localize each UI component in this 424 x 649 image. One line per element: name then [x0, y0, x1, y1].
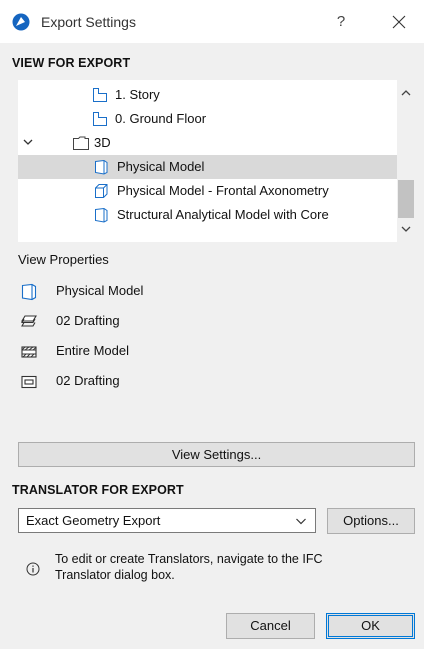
cancel-button[interactable]: Cancel — [226, 613, 315, 639]
view-property-label: 02 Drafting — [56, 373, 120, 388]
view-property-label: Physical Model — [56, 283, 144, 298]
tree-item-3d[interactable]: 3D — [18, 131, 397, 155]
folder-icon — [73, 136, 89, 150]
structure-display-icon — [21, 346, 37, 358]
view-property-label: Entire Model — [56, 343, 129, 358]
chevron-down-icon[interactable] — [22, 138, 34, 148]
model-view-icon — [21, 283, 37, 301]
tree-item-label: 3D — [94, 135, 111, 150]
options-button[interactable]: Options... — [327, 508, 415, 534]
help-button[interactable]: ? — [326, 10, 356, 34]
tree-item-physical-model[interactable]: Physical Model — [18, 155, 397, 179]
layer-combination-icon — [21, 315, 37, 327]
view-property-label: 02 Drafting — [56, 313, 120, 328]
pen-set-icon — [21, 375, 37, 389]
translator-for-export-heading: TRANSLATOR FOR EXPORT — [12, 483, 184, 497]
translator-selected-value: Exact Geometry Export — [26, 513, 161, 528]
axonometry-icon — [95, 184, 108, 198]
tree-item-label: 1. Story — [115, 87, 160, 102]
scroll-down-icon[interactable] — [400, 224, 412, 234]
ok-button[interactable]: OK — [326, 613, 415, 639]
tree-item-label: Physical Model — [117, 159, 205, 174]
ok-button-label: OK — [361, 618, 380, 633]
tree-item-structural-analytical-model[interactable]: Structural Analytical Model with Core — [18, 203, 397, 227]
tree-item-label: 0. Ground Floor — [115, 111, 207, 126]
tree-item-label: Physical Model - Frontal Axonometry — [117, 183, 329, 198]
story-icon — [93, 112, 107, 126]
tree-item-ground-floor[interactable]: 0. Ground Floor — [18, 107, 397, 131]
tree-item-1-story[interactable]: 1. Story — [18, 83, 397, 107]
scrollbar-thumb[interactable] — [398, 180, 414, 218]
translator-info-text: To edit or create Translators, navigate … — [55, 552, 323, 582]
close-icon — [392, 15, 406, 29]
story-icon — [93, 88, 107, 102]
3d-view-icon — [95, 207, 108, 223]
view-settings-button[interactable]: View Settings... — [18, 442, 415, 467]
tree-item-label: Structural Analytical Model with Core — [117, 207, 329, 222]
chevron-down-icon[interactable] — [295, 517, 307, 526]
close-button[interactable] — [384, 10, 414, 34]
3d-view-icon — [95, 159, 108, 175]
scroll-up-icon[interactable] — [400, 88, 412, 98]
view-for-export-heading: VIEW FOR EXPORT — [12, 56, 131, 70]
app-logo-icon — [12, 13, 30, 31]
view-tree[interactable]: 1. Story 0. Ground Floor 3D Physical Mod… — [18, 80, 415, 242]
tree-item-frontal-axonometry[interactable]: Physical Model - Frontal Axonometry — [18, 179, 397, 203]
window-title: Export Settings — [41, 14, 136, 30]
translator-select[interactable]: Exact Geometry Export — [18, 508, 316, 533]
view-properties-heading: View Properties — [18, 252, 109, 267]
info-icon — [26, 562, 40, 576]
